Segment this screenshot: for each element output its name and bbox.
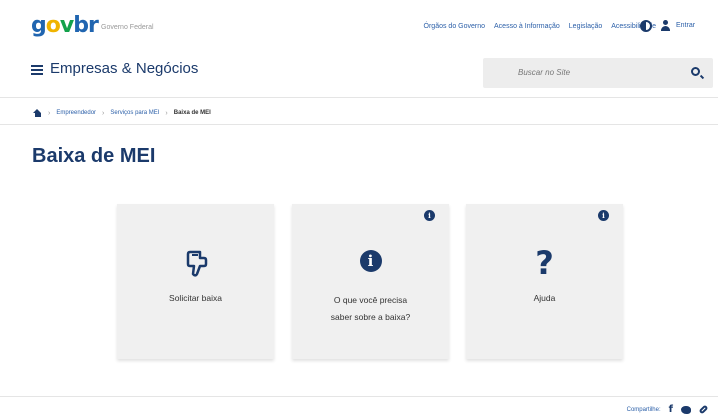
pointing-hand-icon <box>117 250 274 283</box>
twitter-icon[interactable] <box>681 405 691 414</box>
breadcrumb-item-empreendedor[interactable]: Empreendedor <box>56 110 96 116</box>
gov-top-bar: g o v br Governo Federal Órgãos do Governo … <box>0 0 718 40</box>
chevron-right-icon: › <box>165 109 168 117</box>
question-mark-icon: ? <box>535 244 554 282</box>
link-icon[interactable] <box>698 404 709 415</box>
header-divider <box>0 97 718 98</box>
breadcrumb-item-servicos-para-mei[interactable]: Serviços para MEI <box>110 110 159 116</box>
card-label-line-1: O que você precisa <box>333 295 408 305</box>
governo-federal-label: Governo Federal <box>101 24 154 31</box>
info-circle-icon: i <box>292 250 449 272</box>
card-solicitar-baixa[interactable]: Solicitar baixa <box>117 204 274 359</box>
info-badge-icon[interactable]: i <box>424 210 435 221</box>
logo-letters-br: br <box>73 13 99 38</box>
gov-top-links: Órgãos do Governo Acesso à Informação Le… <box>424 23 656 30</box>
card-label: O que você precisa saber sobre a baixa? <box>302 292 439 326</box>
link-orgaos-do-governo[interactable]: Órgãos do Governo <box>424 23 485 30</box>
card-label: Solicitar baixa <box>169 293 222 303</box>
search-placeholder: Buscar no Site <box>518 68 571 77</box>
footer-divider <box>0 396 718 397</box>
facebook-icon[interactable]: f <box>669 404 673 415</box>
govbr-logo[interactable]: g o v br <box>31 13 99 38</box>
contrast-icon[interactable] <box>640 20 652 32</box>
page-title: Baixa de MEI <box>32 145 156 167</box>
link-legislacao[interactable]: Legislação <box>569 23 602 30</box>
info-badge-icon[interactable]: i <box>598 210 609 221</box>
breadcrumb-divider <box>0 124 718 125</box>
chevron-right-icon: › <box>48 109 51 117</box>
link-acesso-a-informacao[interactable]: Acesso à Informação <box>494 23 560 30</box>
card-label-line-2: saber sobre a baixa? <box>330 312 411 322</box>
chevron-right-icon: › <box>102 109 105 117</box>
share-label: Compartilhe: <box>626 406 661 413</box>
logo-letter-o: o <box>45 13 61 38</box>
search-input[interactable]: Buscar no Site <box>483 58 713 88</box>
card-o-que-voce-precisa-saber[interactable]: i i O que você precisa saber sobre a bai… <box>292 204 449 359</box>
card-ajuda[interactable]: i ? Ajuda <box>466 204 623 359</box>
breadcrumb: › Empreendedor › Serviços para MEI › Bai… <box>33 109 211 117</box>
breadcrumb-current: Baixa de MEI <box>173 110 211 116</box>
login-label: Entrar <box>676 22 696 29</box>
home-icon[interactable] <box>33 109 42 117</box>
card-label: Ajuda <box>533 293 556 303</box>
menu-hamburger-icon[interactable] <box>31 65 43 75</box>
logo-letter-g: g <box>31 13 47 38</box>
logo-letter-v: v <box>59 13 74 38</box>
site-title[interactable]: Empresas & Negócios <box>50 60 198 77</box>
user-icon <box>661 20 670 31</box>
search-icon[interactable] <box>691 67 700 76</box>
login-button[interactable]: Entrar <box>661 20 695 31</box>
share-bar: Compartilhe: f <box>626 404 709 415</box>
